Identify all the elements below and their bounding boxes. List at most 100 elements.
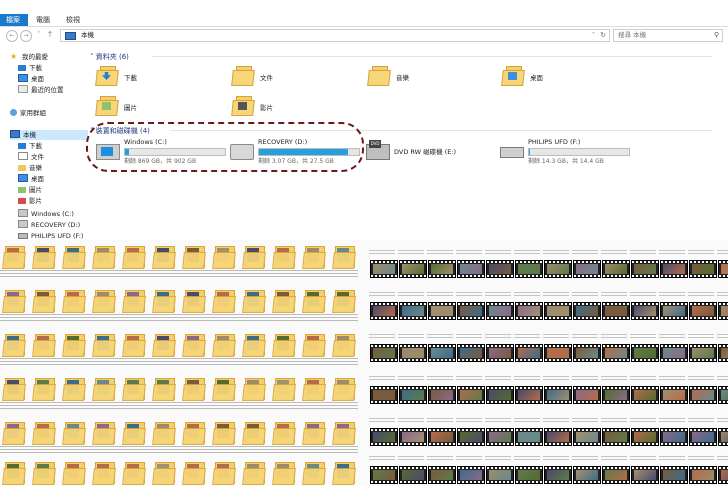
folder-thumbnail[interactable] bbox=[92, 462, 116, 485]
video-thumbnail[interactable] bbox=[399, 466, 427, 484]
folder-thumbnail[interactable] bbox=[122, 378, 146, 401]
video-thumbnail[interactable] bbox=[689, 428, 717, 446]
folder-thumbnail[interactable] bbox=[302, 462, 326, 485]
video-thumbnail[interactable] bbox=[515, 386, 543, 404]
folder-thumbnail[interactable] bbox=[2, 246, 26, 269]
folder-thumbnail[interactable] bbox=[122, 246, 146, 269]
drive-f[interactable]: PHILIPS UFD (F:) 剩餘 14.3 GB，共 14.4 GB bbox=[500, 138, 660, 166]
video-thumbnail[interactable] bbox=[399, 386, 427, 404]
folder-thumbnail[interactable] bbox=[182, 462, 206, 485]
video-thumbnail[interactable] bbox=[602, 428, 630, 446]
video-thumbnail[interactable] bbox=[399, 302, 427, 320]
video-thumbnail[interactable] bbox=[370, 386, 398, 404]
folder-thumbnail[interactable] bbox=[32, 246, 56, 269]
folder-videos[interactable]: 影片 bbox=[231, 96, 362, 118]
tab-computer[interactable]: 電腦 bbox=[30, 14, 56, 26]
video-thumbnail[interactable] bbox=[602, 466, 630, 484]
nav-pc-drive-f[interactable]: PHILIPS UFD (F:) bbox=[18, 231, 83, 240]
folder-pictures[interactable]: 圖片 bbox=[95, 96, 226, 118]
folder-thumbnail[interactable] bbox=[2, 378, 26, 401]
video-thumbnail[interactable] bbox=[399, 428, 427, 446]
nav-favorites[interactable]: ★ 我的最愛 bbox=[10, 52, 48, 62]
folder-thumbnail[interactable] bbox=[242, 246, 266, 269]
folder-thumbnail[interactable] bbox=[182, 378, 206, 401]
section-folders-title[interactable]: ˅ 資料夾 (6) bbox=[90, 52, 129, 62]
folder-thumbnail[interactable] bbox=[242, 290, 266, 313]
video-thumbnail[interactable] bbox=[689, 302, 717, 320]
video-thumbnail[interactable] bbox=[660, 344, 688, 362]
video-thumbnail[interactable] bbox=[718, 466, 728, 484]
drive-e[interactable]: DVD DVD RW 磁碟機 (E:) bbox=[366, 138, 496, 166]
forward-icon[interactable]: → bbox=[20, 30, 32, 42]
folder-thumbnail[interactable] bbox=[272, 422, 296, 445]
tab-view[interactable]: 檢視 bbox=[60, 14, 86, 26]
folder-thumbnail[interactable] bbox=[212, 378, 236, 401]
folder-thumbnail[interactable] bbox=[92, 334, 116, 357]
folder-thumbnail[interactable] bbox=[242, 462, 266, 485]
video-thumbnail[interactable] bbox=[486, 428, 514, 446]
video-thumbnail[interactable] bbox=[660, 428, 688, 446]
video-thumbnail[interactable] bbox=[457, 302, 485, 320]
folder-thumbnail[interactable] bbox=[332, 246, 356, 269]
nav-pc-drive-c[interactable]: Windows (C:) bbox=[18, 209, 74, 219]
nav-item-recent[interactable]: 最近的位置 bbox=[18, 85, 64, 95]
video-thumbnail[interactable] bbox=[631, 344, 659, 362]
video-thumbnail[interactable] bbox=[399, 260, 427, 278]
nav-pc-documents[interactable]: 文件 bbox=[18, 152, 44, 162]
video-thumbnail[interactable] bbox=[573, 386, 601, 404]
video-thumbnail[interactable] bbox=[428, 302, 456, 320]
refresh-icon[interactable]: ↻ bbox=[600, 30, 606, 41]
video-thumbnail[interactable] bbox=[486, 302, 514, 320]
video-thumbnail[interactable] bbox=[631, 466, 659, 484]
nav-item-desktop[interactable]: 桌面 bbox=[18, 74, 44, 84]
video-thumbnail[interactable] bbox=[457, 344, 485, 362]
folder-thumbnail[interactable] bbox=[212, 422, 236, 445]
video-thumbnail[interactable] bbox=[457, 466, 485, 484]
video-thumbnail[interactable] bbox=[660, 466, 688, 484]
folder-thumbnail[interactable] bbox=[332, 290, 356, 313]
tab-file[interactable]: 檔案 bbox=[0, 14, 28, 26]
folder-thumbnail[interactable] bbox=[62, 334, 86, 357]
folder-thumbnail[interactable] bbox=[32, 290, 56, 313]
video-thumbnail[interactable] bbox=[544, 344, 572, 362]
video-thumbnail[interactable] bbox=[602, 260, 630, 278]
video-thumbnail[interactable] bbox=[689, 386, 717, 404]
video-thumbnail[interactable] bbox=[486, 466, 514, 484]
folder-thumbnail[interactable] bbox=[212, 246, 236, 269]
chevron-down-icon[interactable]: ˅ bbox=[34, 30, 44, 40]
address-bar[interactable]: 本機 ˅ ↻ bbox=[60, 29, 610, 42]
nav-homegroup[interactable]: 家用群組 bbox=[10, 108, 46, 118]
video-thumbnail[interactable] bbox=[428, 466, 456, 484]
folder-thumbnail[interactable] bbox=[332, 378, 356, 401]
nav-item-downloads[interactable]: 下載 bbox=[18, 63, 42, 73]
video-thumbnail[interactable] bbox=[515, 428, 543, 446]
folder-thumbnail[interactable] bbox=[212, 290, 236, 313]
video-thumbnail[interactable] bbox=[370, 260, 398, 278]
video-thumbnail[interactable] bbox=[544, 386, 572, 404]
folder-thumbnail[interactable] bbox=[302, 334, 326, 357]
folder-thumbnail[interactable] bbox=[182, 246, 206, 269]
folder-thumbnail[interactable] bbox=[272, 246, 296, 269]
folder-thumbnail[interactable] bbox=[122, 334, 146, 357]
folder-thumbnail[interactable] bbox=[2, 334, 26, 357]
folder-thumbnail[interactable] bbox=[152, 462, 176, 485]
video-thumbnail[interactable] bbox=[660, 302, 688, 320]
video-thumbnail[interactable] bbox=[573, 260, 601, 278]
video-thumbnail[interactable] bbox=[631, 302, 659, 320]
folder-thumbnail[interactable] bbox=[32, 462, 56, 485]
folder-downloads[interactable]: 下載 bbox=[95, 66, 226, 88]
nav-pc-videos[interactable]: 影片 bbox=[18, 196, 42, 206]
video-thumbnail[interactable] bbox=[573, 428, 601, 446]
video-thumbnail[interactable] bbox=[689, 344, 717, 362]
video-thumbnail[interactable] bbox=[573, 302, 601, 320]
video-thumbnail[interactable] bbox=[718, 260, 728, 278]
search-input[interactable]: 搜尋 本機 ⚲ bbox=[613, 29, 723, 42]
folder-thumbnail[interactable] bbox=[272, 334, 296, 357]
up-icon[interactable]: ↑ bbox=[45, 30, 55, 40]
folder-thumbnail[interactable] bbox=[332, 334, 356, 357]
nav-pc-desktop[interactable]: 桌面 bbox=[18, 174, 44, 184]
video-thumbnail[interactable] bbox=[457, 428, 485, 446]
video-thumbnail[interactable] bbox=[428, 386, 456, 404]
folder-thumbnail[interactable] bbox=[2, 290, 26, 313]
folder-thumbnail[interactable] bbox=[62, 290, 86, 313]
